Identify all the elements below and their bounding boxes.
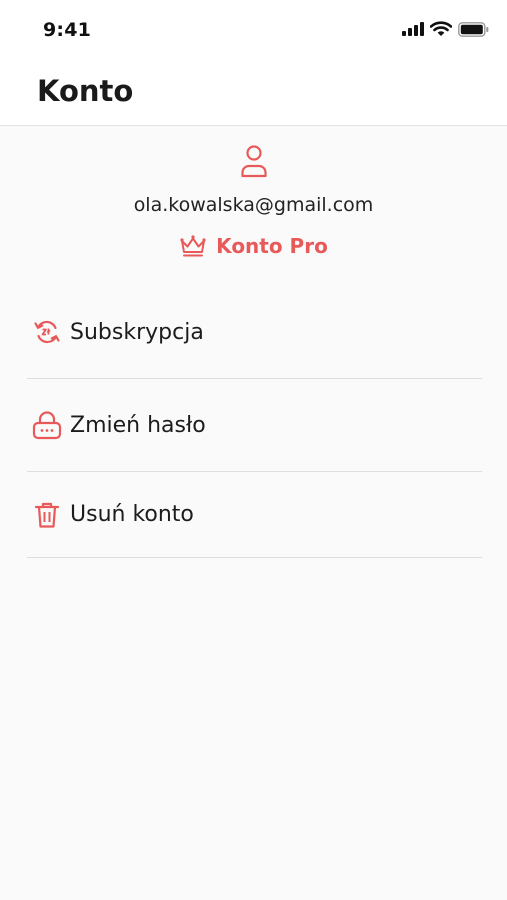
battery-icon <box>458 21 489 37</box>
lock-password-icon <box>32 410 62 440</box>
status-icons <box>402 21 489 37</box>
plan-label: Konto Pro <box>216 234 328 258</box>
header: Konto <box>0 58 507 126</box>
status-bar: 9:41 <box>0 0 507 58</box>
menu-item-label: Usuń konto <box>70 502 194 527</box>
page-title: Konto <box>37 74 134 108</box>
crown-icon <box>180 235 206 257</box>
subscription-renew-icon <box>32 317 62 347</box>
menu-item-label: Subskrypcja <box>70 319 204 345</box>
status-time: 9:41 <box>43 19 92 41</box>
account-menu: Subskrypcja Zmień hasło Usuń konto <box>27 286 482 558</box>
plan-badge: Konto Pro <box>0 234 507 258</box>
menu-item-delete-account[interactable]: Usuń konto <box>27 472 482 558</box>
menu-item-subscription[interactable]: Subskrypcja <box>27 286 482 379</box>
wifi-icon <box>430 21 452 36</box>
profile-section: ola.kowalska@gmail.com Konto Pro <box>0 126 507 276</box>
user-email: ola.kowalska@gmail.com <box>133 194 374 216</box>
user-icon <box>241 145 267 178</box>
menu-item-change-password[interactable]: Zmień hasło <box>27 379 482 472</box>
signal-icon <box>402 22 424 36</box>
menu-item-label: Zmień hasło <box>70 412 206 438</box>
trash-icon <box>32 500 62 530</box>
